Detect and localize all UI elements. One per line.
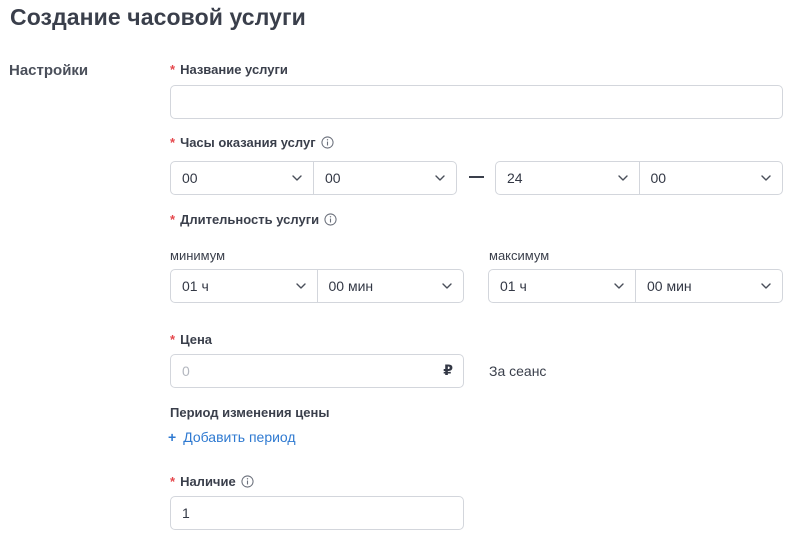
price-label: * Цена: [170, 332, 212, 347]
duration-max-group: 01 ч 00 мин: [488, 269, 783, 303]
chevron-down-icon: [441, 280, 453, 292]
hours-to-group: 24 00: [495, 161, 783, 195]
required-mark: *: [170, 332, 176, 347]
chevron-down-icon: [760, 280, 772, 292]
info-icon[interactable]: [321, 136, 334, 149]
plus-icon: +: [168, 429, 177, 445]
service-name-input[interactable]: [170, 85, 783, 119]
chevron-down-icon: [617, 172, 629, 184]
page-title: Создание часовой услуги: [10, 4, 306, 30]
select-value: 00: [182, 170, 198, 186]
price-unit: За сеанс: [489, 363, 547, 379]
select-value: 00: [325, 170, 341, 186]
availability-label-text: Наличие: [180, 474, 236, 489]
hours-to-minutes-select[interactable]: 00: [638, 162, 783, 194]
chevron-down-icon: [295, 280, 307, 292]
info-icon[interactable]: [324, 213, 337, 226]
section-label-settings: Настройки: [9, 62, 89, 79]
service-name-label: * Название услуги: [170, 62, 288, 77]
required-mark: *: [170, 474, 176, 489]
hours-to-hours-select[interactable]: 24: [496, 162, 639, 194]
price-input[interactable]: [170, 354, 464, 388]
duration-max-label: максимум: [489, 248, 550, 263]
price-label-text: Цена: [180, 332, 213, 347]
duration-min-group: 01 ч 00 мин: [170, 269, 464, 303]
duration-max-minutes-select[interactable]: 00 мин: [635, 270, 782, 302]
duration-min-label: минимум: [170, 248, 226, 263]
availability-input[interactable]: [170, 496, 464, 530]
select-value: 01 ч: [500, 278, 527, 294]
availability-label: * Наличие: [170, 474, 254, 489]
duration-max-hours-select[interactable]: 01 ч: [489, 270, 635, 302]
hours-label-text: Часы оказания услуг: [180, 135, 316, 150]
hours-from-minutes-select[interactable]: 00: [313, 162, 456, 194]
add-period-label: Добавить период: [183, 429, 296, 445]
duration-min-minutes-select[interactable]: 00 мин: [316, 270, 464, 302]
duration-min-hours-select[interactable]: 01 ч: [171, 270, 317, 302]
select-value: 00 мин: [328, 278, 374, 294]
add-period-link[interactable]: + Добавить период: [168, 429, 296, 445]
price-period-label: Период изменения цены: [170, 405, 330, 420]
info-icon[interactable]: [241, 475, 254, 488]
select-value: 01 ч: [182, 278, 209, 294]
service-name-label-text: Название услуги: [180, 62, 288, 77]
chevron-down-icon: [434, 172, 446, 184]
chevron-down-icon: [291, 172, 303, 184]
hours-from-hours-select[interactable]: 00: [171, 162, 313, 194]
chevron-down-icon: [760, 172, 772, 184]
select-value: 00: [650, 170, 667, 186]
currency-symbol: ₽: [443, 362, 453, 378]
duration-label: * Длительность услуги: [170, 212, 337, 227]
select-value: 00 мин: [647, 278, 692, 294]
time-range-separator: [469, 176, 484, 178]
required-mark: *: [170, 212, 176, 227]
hours-from-group: 00 00: [170, 161, 457, 195]
hours-label: * Часы оказания услуг: [170, 135, 334, 150]
select-value: 24: [507, 170, 523, 186]
chevron-down-icon: [613, 280, 625, 292]
duration-label-text: Длительность услуги: [180, 212, 320, 227]
price-field: ₽: [170, 354, 464, 388]
required-mark: *: [170, 135, 176, 150]
required-mark: *: [170, 62, 176, 77]
